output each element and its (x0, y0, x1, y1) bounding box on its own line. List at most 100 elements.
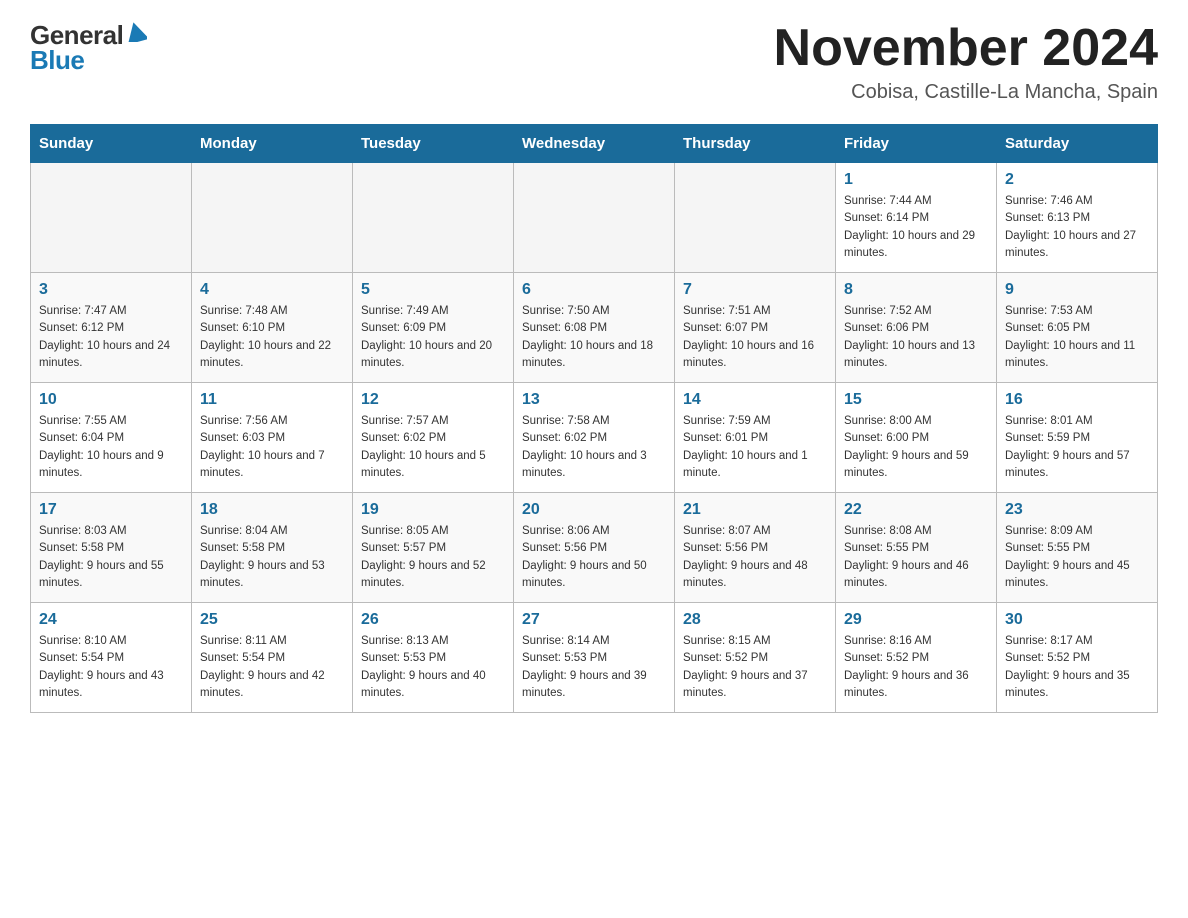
day-info: Sunrise: 7:55 AM Sunset: 6:04 PM Dayligh… (39, 413, 183, 482)
day-info: Sunrise: 7:50 AM Sunset: 6:08 PM Dayligh… (522, 303, 666, 372)
day-number: 19 (361, 501, 505, 519)
day-number: 24 (39, 611, 183, 629)
day-info: Sunrise: 8:00 AM Sunset: 6:00 PM Dayligh… (844, 413, 988, 482)
day-info: Sunrise: 7:46 AM Sunset: 6:13 PM Dayligh… (1005, 193, 1149, 262)
calendar-cell: 15Sunrise: 8:00 AM Sunset: 6:00 PM Dayli… (836, 383, 997, 493)
calendar-cell: 30 Sunrise: 8:17 AM Sunset: 5:52 PM Dayli… (997, 603, 1158, 713)
day-info: Sunrise: 7:52 AM Sunset: 6:06 PM Dayligh… (844, 303, 988, 372)
day-number: 25 (200, 611, 344, 629)
day-info: Sunrise: 7:59 AM Sunset: 6:01 PM Dayligh… (683, 413, 827, 482)
calendar-cell: 25Sunrise: 8:11 AM Sunset: 5:54 PM Dayli… (192, 603, 353, 713)
calendar-table: SundayMondayTuesdayWednesdayThursdayFrid… (30, 124, 1158, 713)
calendar-cell: 24 Sunrise: 8:10 AM Sunset: 5:54 PM Dayli… (31, 603, 192, 713)
day-info: Sunrise: 7:49 AM Sunset: 6:09 PM Dayligh… (361, 303, 505, 372)
calendar-cell: 2 Sunrise: 7:46 AM Sunset: 6:13 PM Daylig… (997, 163, 1158, 273)
header-cell-tuesday: Tuesday (353, 125, 514, 163)
logo-triangle-icon (125, 22, 147, 42)
title-area: November 2024 Cobisa, Castille-La Mancha… (774, 20, 1158, 104)
calendar-cell: 12 Sunrise: 7:57 AM Sunset: 6:02 PM Dayli… (353, 383, 514, 493)
day-number: 16 (1005, 391, 1149, 409)
calendar-cell: 28 Sunrise: 8:15 AM Sunset: 5:52 PM Dayli… (675, 603, 836, 713)
week-row-3: 10 Sunrise: 7:55 AM Sunset: 6:04 PM Dayli… (31, 383, 1158, 493)
day-info: Sunrise: 8:15 AM Sunset: 5:52 PM Dayligh… (683, 633, 827, 702)
header-cell-wednesday: Wednesday (514, 125, 675, 163)
logo: General Blue (30, 20, 147, 76)
calendar-cell: 27 Sunrise: 8:14 AM Sunset: 5:53 PM Dayli… (514, 603, 675, 713)
day-info: Sunrise: 7:44 AM Sunset: 6:14 PM Dayligh… (844, 193, 988, 262)
calendar-header: SundayMondayTuesdayWednesdayThursdayFrid… (31, 125, 1158, 163)
calendar-cell: 7Sunrise: 7:51 AM Sunset: 6:07 PM Daylig… (675, 273, 836, 383)
day-info: Sunrise: 8:16 AM Sunset: 5:52 PM Dayligh… (844, 633, 988, 702)
header-cell-friday: Friday (836, 125, 997, 163)
month-title: November 2024 (774, 20, 1158, 77)
day-info: Sunrise: 8:17 AM Sunset: 5:52 PM Dayligh… (1005, 633, 1149, 702)
day-number: 21 (683, 501, 827, 519)
day-info: Sunrise: 8:01 AM Sunset: 5:59 PM Dayligh… (1005, 413, 1149, 482)
day-info: Sunrise: 7:57 AM Sunset: 6:02 PM Dayligh… (361, 413, 505, 482)
calendar-cell: 29 Sunrise: 8:16 AM Sunset: 5:52 PM Dayli… (836, 603, 997, 713)
calendar-cell: 6 Sunrise: 7:50 AM Sunset: 6:08 PM Daylig… (514, 273, 675, 383)
logo-blue-text: Blue (30, 45, 84, 76)
day-number: 30 (1005, 611, 1149, 629)
day-info: Sunrise: 8:03 AM Sunset: 5:58 PM Dayligh… (39, 523, 183, 592)
day-number: 29 (844, 611, 988, 629)
calendar-cell (31, 163, 192, 273)
day-info: Sunrise: 7:47 AM Sunset: 6:12 PM Dayligh… (39, 303, 183, 372)
header-cell-monday: Monday (192, 125, 353, 163)
day-number: 5 (361, 281, 505, 299)
day-info: Sunrise: 8:13 AM Sunset: 5:53 PM Dayligh… (361, 633, 505, 702)
calendar-cell: 8 Sunrise: 7:52 AM Sunset: 6:06 PM Daylig… (836, 273, 997, 383)
day-number: 17 (39, 501, 183, 519)
calendar-cell: 21 Sunrise: 8:07 AM Sunset: 5:56 PM Dayli… (675, 493, 836, 603)
calendar-body: 1 Sunrise: 7:44 AM Sunset: 6:14 PM Daylig… (31, 163, 1158, 713)
calendar-cell: 3 Sunrise: 7:47 AM Sunset: 6:12 PM Daylig… (31, 273, 192, 383)
calendar-cell: 20 Sunrise: 8:06 AM Sunset: 5:56 PM Dayli… (514, 493, 675, 603)
calendar-cell: 26Sunrise: 8:13 AM Sunset: 5:53 PM Dayli… (353, 603, 514, 713)
day-number: 8 (844, 281, 988, 299)
header-cell-saturday: Saturday (997, 125, 1158, 163)
location-subtitle: Cobisa, Castille-La Mancha, Spain (774, 81, 1158, 104)
week-row-5: 24 Sunrise: 8:10 AM Sunset: 5:54 PM Dayli… (31, 603, 1158, 713)
week-row-1: 1 Sunrise: 7:44 AM Sunset: 6:14 PM Daylig… (31, 163, 1158, 273)
day-number: 18 (200, 501, 344, 519)
day-info: Sunrise: 8:14 AM Sunset: 5:53 PM Dayligh… (522, 633, 666, 702)
day-info: Sunrise: 8:06 AM Sunset: 5:56 PM Dayligh… (522, 523, 666, 592)
page-header: General Blue November 2024 Cobisa, Casti… (30, 20, 1158, 104)
calendar-cell (192, 163, 353, 273)
day-number: 9 (1005, 281, 1149, 299)
calendar-cell: 22Sunrise: 8:08 AM Sunset: 5:55 PM Dayli… (836, 493, 997, 603)
day-info: Sunrise: 8:05 AM Sunset: 5:57 PM Dayligh… (361, 523, 505, 592)
day-number: 3 (39, 281, 183, 299)
calendar-cell (353, 163, 514, 273)
calendar-cell: 13Sunrise: 7:58 AM Sunset: 6:02 PM Dayli… (514, 383, 675, 493)
calendar-cell: 9Sunrise: 7:53 AM Sunset: 6:05 PM Daylig… (997, 273, 1158, 383)
calendar-cell: 10 Sunrise: 7:55 AM Sunset: 6:04 PM Dayli… (31, 383, 192, 493)
day-number: 13 (522, 391, 666, 409)
day-number: 28 (683, 611, 827, 629)
day-number: 6 (522, 281, 666, 299)
calendar-cell: 18 Sunrise: 8:04 AM Sunset: 5:58 PM Dayli… (192, 493, 353, 603)
header-row: SundayMondayTuesdayWednesdayThursdayFrid… (31, 125, 1158, 163)
calendar-cell: 19 Sunrise: 8:05 AM Sunset: 5:57 PM Dayli… (353, 493, 514, 603)
day-number: 10 (39, 391, 183, 409)
day-number: 27 (522, 611, 666, 629)
day-info: Sunrise: 8:10 AM Sunset: 5:54 PM Dayligh… (39, 633, 183, 702)
day-number: 20 (522, 501, 666, 519)
week-row-4: 17 Sunrise: 8:03 AM Sunset: 5:58 PM Dayli… (31, 493, 1158, 603)
day-info: Sunrise: 8:07 AM Sunset: 5:56 PM Dayligh… (683, 523, 827, 592)
header-cell-sunday: Sunday (31, 125, 192, 163)
calendar-cell: 5 Sunrise: 7:49 AM Sunset: 6:09 PM Daylig… (353, 273, 514, 383)
calendar-cell: 23Sunrise: 8:09 AM Sunset: 5:55 PM Dayli… (997, 493, 1158, 603)
day-info: Sunrise: 7:48 AM Sunset: 6:10 PM Dayligh… (200, 303, 344, 372)
day-number: 1 (844, 171, 988, 189)
day-info: Sunrise: 8:04 AM Sunset: 5:58 PM Dayligh… (200, 523, 344, 592)
day-number: 7 (683, 281, 827, 299)
day-number: 12 (361, 391, 505, 409)
day-number: 22 (844, 501, 988, 519)
day-number: 2 (1005, 171, 1149, 189)
calendar-cell (675, 163, 836, 273)
day-number: 4 (200, 281, 344, 299)
day-number: 14 (683, 391, 827, 409)
week-row-2: 3 Sunrise: 7:47 AM Sunset: 6:12 PM Daylig… (31, 273, 1158, 383)
calendar-cell: 11Sunrise: 7:56 AM Sunset: 6:03 PM Dayli… (192, 383, 353, 493)
